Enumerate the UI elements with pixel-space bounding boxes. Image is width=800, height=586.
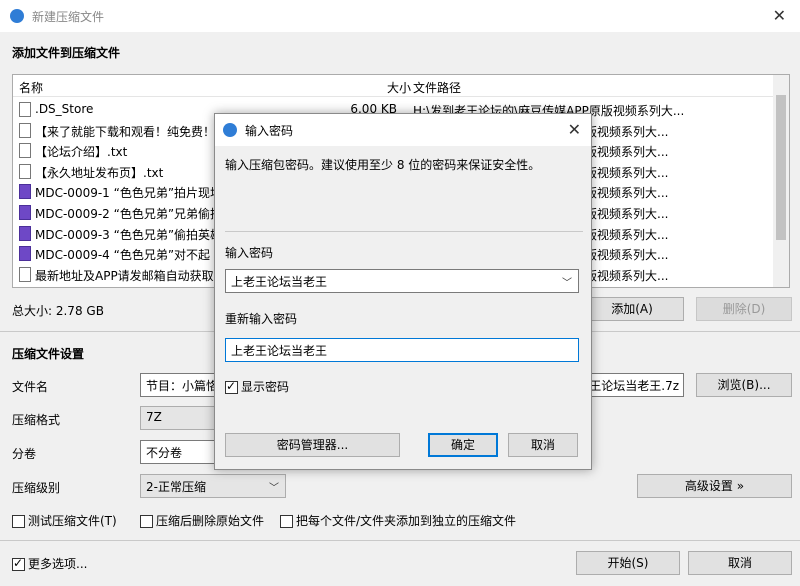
file-name: 【来了就能下载和观看！纯免费！ [35, 124, 216, 139]
column-name[interactable]: 名称 [19, 79, 43, 96]
password-manager-button[interactable]: 密码管理器... [225, 433, 400, 457]
total-size: 总大小: 2.78 GB [12, 304, 104, 318]
level-label: 压缩级别 [12, 481, 61, 495]
dialog-hint: 输入压缩包密码。建议使用至少 8 位的密码来保证安全性。 [225, 158, 541, 172]
filename-value: 节目：小篇恪 [146, 379, 219, 393]
file-name: .DS_Store [35, 102, 94, 116]
filename-label: 文件名 [12, 380, 49, 394]
dialog-title-bar: 输入密码 ✕ [215, 114, 591, 146]
chevron-down-icon[interactable]: ﹀ [562, 274, 572, 289]
password-value: 上老王论坛当老王 [231, 275, 328, 289]
column-path[interactable]: 文件路径 [413, 79, 461, 96]
delete-after-label: 压缩后删除原始文件 [156, 514, 265, 528]
level-value: 2-正常压缩 [146, 480, 206, 494]
test-option[interactable]: 测试压缩文件(T) [12, 512, 117, 529]
browse-button[interactable]: 浏览(B)... [696, 373, 792, 397]
close-icon[interactable]: ✕ [773, 6, 786, 25]
password-input[interactable]: 上老王论坛当老王 ﹀ [225, 269, 579, 293]
scrollbar-thumb[interactable] [776, 95, 786, 240]
file-name: MDC-0009-1 “色色兄弟”拍片现场 [35, 186, 223, 201]
column-size[interactable]: 大小 [387, 79, 411, 96]
separate-option[interactable]: 把每个文件/文件夹添加到独立的压缩文件 [280, 512, 516, 529]
add-button[interactable]: 添加(A) [580, 297, 684, 321]
settings-section-title: 压缩文件设置 [12, 347, 85, 361]
text-file-icon [19, 143, 31, 159]
text-file-icon [19, 163, 31, 179]
show-password-label: 显示密码 [241, 380, 290, 394]
file-name: 【永久地址发布页】.txt [35, 165, 164, 180]
chevron-down-icon: ﹀ [269, 483, 279, 494]
password-dialog: 输入密码 ✕ 输入压缩包密码。建议使用至少 8 位的密码来保证安全性。 输入密码… [214, 113, 592, 470]
video-file-icon [19, 205, 31, 220]
cancel-button[interactable]: 取消 [688, 551, 792, 575]
file-list-header: 名称 大小 文件路径 [13, 75, 789, 97]
file-name: MDC-0009-4 “色色兄弟”对不起 我 [35, 248, 226, 263]
test-checkbox[interactable] [12, 515, 25, 528]
window-title: 新建压缩文件 [32, 10, 105, 24]
advanced-button[interactable]: 高级设置 » [637, 474, 792, 498]
separator [0, 540, 800, 541]
filename-tail: 王论坛当老王.7z [589, 379, 679, 393]
split-label: 分卷 [12, 447, 37, 461]
more-options-checkbox[interactable] [12, 556, 25, 571]
file-name: 【论坛介绍】.txt [35, 145, 128, 160]
start-button[interactable]: 开始(S) [576, 551, 680, 575]
separate-label: 把每个文件/文件夹添加到独立的压缩文件 [296, 514, 517, 528]
file-name: MDC-0009-3 “色色兄弟”偷拍英雄 [35, 227, 223, 242]
split-value: 不分卷 [146, 446, 183, 460]
add-files-section-title: 添加文件到压缩文件 [12, 46, 121, 60]
confirm-input[interactable]: 上老王论坛当老王 [225, 338, 579, 362]
show-password-checkbox[interactable] [225, 379, 238, 394]
video-file-icon [19, 225, 31, 241]
dialog-cancel-button[interactable]: 取消 [508, 433, 578, 457]
text-file-icon [19, 102, 31, 117]
ok-button[interactable]: 确定 [428, 433, 498, 457]
delete-after-option[interactable]: 压缩后删除原始文件 [140, 512, 264, 529]
confirm-label: 重新输入密码 [225, 312, 298, 326]
delete-after-checkbox[interactable] [140, 515, 153, 528]
delete-button[interactable]: 删除(D) [696, 297, 792, 321]
file-name: 最新地址及APP请发邮箱自动获取! [35, 268, 219, 283]
more-options-label: 更多选项... [28, 557, 88, 571]
text-file-icon [19, 266, 31, 282]
password-label: 输入密码 [225, 246, 274, 260]
video-file-icon [19, 246, 31, 262]
app-icon [223, 123, 237, 137]
close-icon[interactable]: ✕ [568, 120, 581, 139]
level-select[interactable]: 2-正常压缩 ﹀ [140, 474, 286, 498]
more-options[interactable]: 更多选项... [12, 555, 87, 572]
separator [225, 231, 583, 232]
text-file-icon [19, 122, 31, 138]
video-file-icon [19, 184, 31, 200]
dialog-title: 输入密码 [245, 124, 294, 138]
list-scrollbar[interactable] [773, 75, 789, 287]
test-label: 测试压缩文件(T) [28, 514, 117, 528]
format-value: 7Z [146, 410, 162, 424]
file-name: MDC-0009-2 “色色兄弟”兄弟偷拍 [35, 207, 223, 221]
separate-checkbox[interactable] [280, 515, 293, 528]
title-bar: 新建压缩文件 ✕ [0, 0, 800, 32]
app-icon [10, 9, 24, 23]
confirm-value: 上老王论坛当老王 [231, 344, 328, 358]
show-password-option[interactable]: 显示密码 [225, 378, 289, 395]
format-label: 压缩格式 [12, 413, 61, 427]
